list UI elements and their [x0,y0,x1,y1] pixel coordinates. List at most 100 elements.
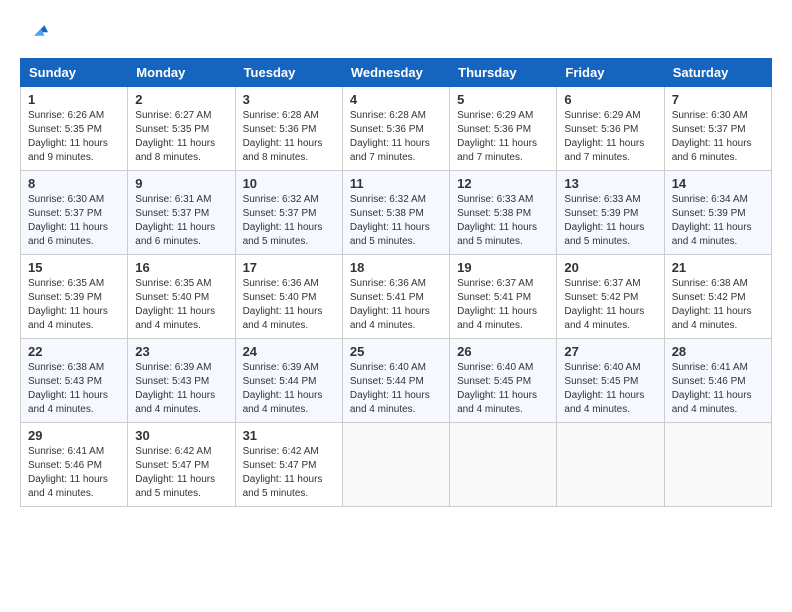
logo-icon [20,20,48,48]
calendar-cell: 10 Sunrise: 6:32 AM Sunset: 5:37 PM Dayli… [235,171,342,255]
calendar-cell: 16Sunrise: 6:35 AM Sunset: 5:40 PM Dayli… [128,255,235,339]
day-number: 4 [350,92,442,107]
day-number: 18 [350,260,442,275]
day-number: 3 [243,92,335,107]
calendar-cell: 15 Sunrise: 6:35 AM Sunset: 5:39 PM Dayli… [21,255,128,339]
calendar-cell: 25 Sunrise: 6:40 AM Sunset: 5:44 PM Dayli… [342,339,449,423]
day-info: Sunrise: 6:41 AM Sunset: 5:46 PM Dayligh… [28,445,120,501]
day-number: 7 [672,92,764,107]
day-info: Sunrise: 6:31 AM Sunset: 5:37 PM Dayligh… [135,193,227,249]
day-info: Sunrise: 6:27 AM Sunset: 5:35 PM Dayligh… [135,109,227,165]
calendar-cell: 28 Sunrise: 6:41 AM Sunset: 5:46 PM Dayli… [664,339,771,423]
day-number: 23 [135,344,227,359]
day-header-monday: Monday [128,59,235,87]
day-number: 26 [457,344,549,359]
day-header-sunday: Sunday [21,59,128,87]
calendar-cell: 17 Sunrise: 6:36 AM Sunset: 5:40 PM Dayli… [235,255,342,339]
day-number: 24 [243,344,335,359]
calendar-cell: 22 Sunrise: 6:38 AM Sunset: 5:43 PM Dayli… [21,339,128,423]
calendar-week-5: 29 Sunrise: 6:41 AM Sunset: 5:46 PM Dayli… [21,423,772,507]
day-number: 31 [243,428,335,443]
calendar-cell: 5 Sunrise: 6:29 AM Sunset: 5:36 PM Daylig… [450,87,557,171]
day-number: 13 [564,176,656,191]
header-row: SundayMondayTuesdayWednesdayThursdayFrid… [21,59,772,87]
day-number: 22 [28,344,120,359]
calendar-cell: 21 Sunrise: 6:38 AM Sunset: 5:42 PM Dayli… [664,255,771,339]
day-info: Sunrise: 6:37 AM Sunset: 5:42 PM Dayligh… [564,277,656,333]
calendar-week-4: 22 Sunrise: 6:38 AM Sunset: 5:43 PM Dayli… [21,339,772,423]
day-info: Sunrise: 6:39 AM Sunset: 5:44 PM Dayligh… [243,361,335,417]
calendar-cell: 14 Sunrise: 6:34 AM Sunset: 5:39 PM Dayli… [664,171,771,255]
day-number: 2 [135,92,227,107]
calendar-cell: 31 Sunrise: 6:42 AM Sunset: 5:47 PM Dayli… [235,423,342,507]
calendar-week-1: 1Sunrise: 6:26 AM Sunset: 5:35 PM Daylig… [21,87,772,171]
day-number: 27 [564,344,656,359]
calendar-cell: 2 Sunrise: 6:27 AM Sunset: 5:35 PM Daylig… [128,87,235,171]
day-info: Sunrise: 6:28 AM Sunset: 5:36 PM Dayligh… [243,109,335,165]
calendar-cell [450,423,557,507]
day-number: 15 [28,260,120,275]
calendar-cell [557,423,664,507]
calendar-cell [342,423,449,507]
day-number: 10 [243,176,335,191]
day-info: Sunrise: 6:42 AM Sunset: 5:47 PM Dayligh… [135,445,227,501]
calendar-cell: 12 Sunrise: 6:33 AM Sunset: 5:38 PM Dayli… [450,171,557,255]
day-info: Sunrise: 6:36 AM Sunset: 5:41 PM Dayligh… [350,277,442,333]
day-number: 9 [135,176,227,191]
calendar-cell: 23 Sunrise: 6:39 AM Sunset: 5:43 PM Dayli… [128,339,235,423]
day-number: 14 [672,176,764,191]
calendar-cell: 3 Sunrise: 6:28 AM Sunset: 5:36 PM Daylig… [235,87,342,171]
day-info: Sunrise: 6:38 AM Sunset: 5:43 PM Dayligh… [28,361,120,417]
day-info: Sunrise: 6:32 AM Sunset: 5:37 PM Dayligh… [243,193,335,249]
day-header-wednesday: Wednesday [342,59,449,87]
day-info: Sunrise: 6:29 AM Sunset: 5:36 PM Dayligh… [457,109,549,165]
day-info: Sunrise: 6:38 AM Sunset: 5:42 PM Dayligh… [672,277,764,333]
calendar-week-3: 15 Sunrise: 6:35 AM Sunset: 5:39 PM Dayli… [21,255,772,339]
calendar-cell: 4 Sunrise: 6:28 AM Sunset: 5:36 PM Daylig… [342,87,449,171]
calendar-table: SundayMondayTuesdayWednesdayThursdayFrid… [20,58,772,507]
day-number: 11 [350,176,442,191]
calendar-cell: 18 Sunrise: 6:36 AM Sunset: 5:41 PM Dayli… [342,255,449,339]
day-info: Sunrise: 6:37 AM Sunset: 5:41 PM Dayligh… [457,277,549,333]
day-number: 12 [457,176,549,191]
calendar-cell: 1Sunrise: 6:26 AM Sunset: 5:35 PM Daylig… [21,87,128,171]
day-info: Sunrise: 6:35 AM Sunset: 5:39 PM Dayligh… [28,277,120,333]
day-info: Sunrise: 6:34 AM Sunset: 5:39 PM Dayligh… [672,193,764,249]
day-number: 1 [28,92,120,107]
day-number: 30 [135,428,227,443]
day-info: Sunrise: 6:36 AM Sunset: 5:40 PM Dayligh… [243,277,335,333]
calendar-cell: 27 Sunrise: 6:40 AM Sunset: 5:45 PM Dayli… [557,339,664,423]
calendar-cell: 20Sunrise: 6:37 AM Sunset: 5:42 PM Dayli… [557,255,664,339]
day-number: 17 [243,260,335,275]
day-info: Sunrise: 6:33 AM Sunset: 5:38 PM Dayligh… [457,193,549,249]
day-number: 5 [457,92,549,107]
calendar-cell: 19 Sunrise: 6:37 AM Sunset: 5:41 PM Dayli… [450,255,557,339]
day-info: Sunrise: 6:40 AM Sunset: 5:45 PM Dayligh… [457,361,549,417]
day-info: Sunrise: 6:30 AM Sunset: 5:37 PM Dayligh… [672,109,764,165]
day-info: Sunrise: 6:29 AM Sunset: 5:36 PM Dayligh… [564,109,656,165]
page-header [20,20,772,48]
day-number: 29 [28,428,120,443]
day-info: Sunrise: 6:41 AM Sunset: 5:46 PM Dayligh… [672,361,764,417]
calendar-cell: 11Sunrise: 6:32 AM Sunset: 5:38 PM Dayli… [342,171,449,255]
day-number: 19 [457,260,549,275]
calendar-cell [664,423,771,507]
day-number: 8 [28,176,120,191]
day-info: Sunrise: 6:35 AM Sunset: 5:40 PM Dayligh… [135,277,227,333]
calendar-week-2: 8Sunrise: 6:30 AM Sunset: 5:37 PM Daylig… [21,171,772,255]
calendar-cell: 8Sunrise: 6:30 AM Sunset: 5:37 PM Daylig… [21,171,128,255]
calendar-cell: 7 Sunrise: 6:30 AM Sunset: 5:37 PM Daylig… [664,87,771,171]
day-info: Sunrise: 6:39 AM Sunset: 5:43 PM Dayligh… [135,361,227,417]
day-number: 25 [350,344,442,359]
logo [20,20,52,48]
day-info: Sunrise: 6:40 AM Sunset: 5:45 PM Dayligh… [564,361,656,417]
calendar-cell: 26 Sunrise: 6:40 AM Sunset: 5:45 PM Dayli… [450,339,557,423]
day-header-tuesday: Tuesday [235,59,342,87]
day-number: 21 [672,260,764,275]
calendar-cell: 30 Sunrise: 6:42 AM Sunset: 5:47 PM Dayli… [128,423,235,507]
day-number: 28 [672,344,764,359]
day-header-friday: Friday [557,59,664,87]
day-info: Sunrise: 6:42 AM Sunset: 5:47 PM Dayligh… [243,445,335,501]
day-info: Sunrise: 6:40 AM Sunset: 5:44 PM Dayligh… [350,361,442,417]
day-info: Sunrise: 6:28 AM Sunset: 5:36 PM Dayligh… [350,109,442,165]
